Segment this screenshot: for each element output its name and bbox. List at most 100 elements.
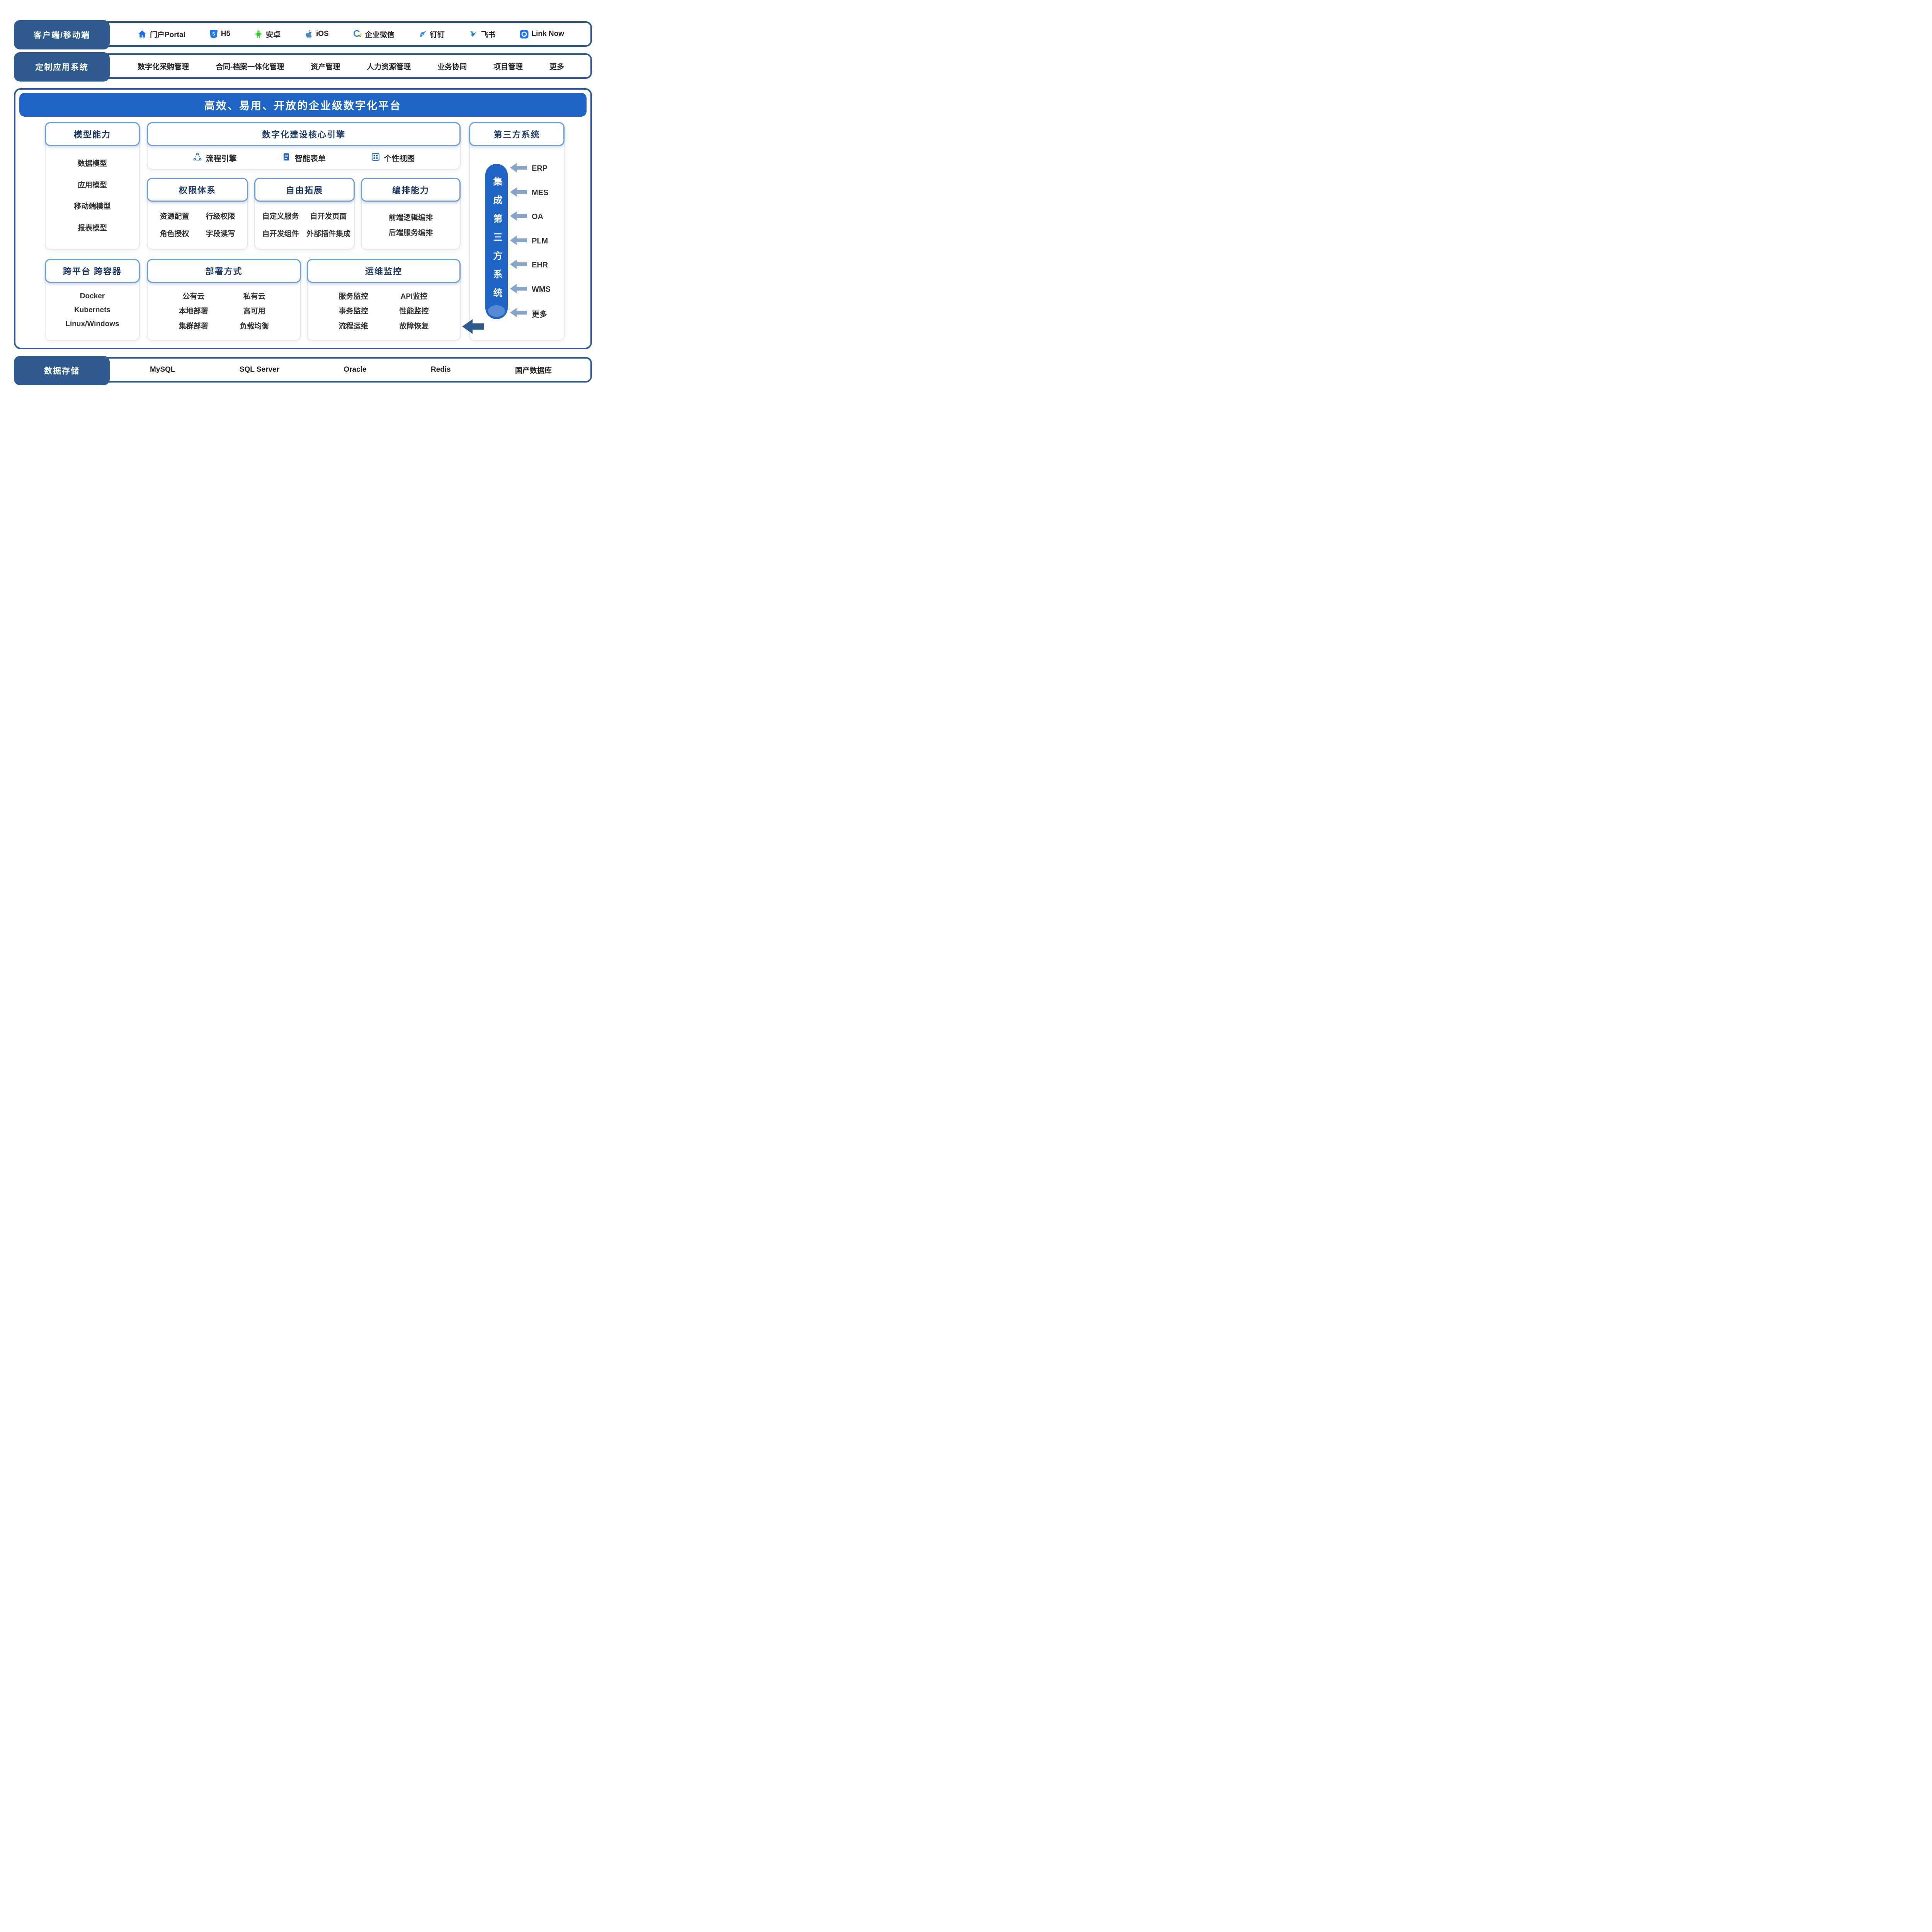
database-item: Redis	[431, 366, 451, 374]
client-item-ios: iOS	[304, 29, 329, 39]
third-party-system-label: OA	[532, 213, 543, 221]
monitoring-item: 事务监控	[338, 305, 368, 316]
section-model-capabilities: 模型能力 数据模型 应用模型 移动端模型 报表模型	[45, 122, 140, 250]
section-monitoring: 运维监控 服务监控 API监控 事务监控 性能监控 流程运维 故障恢复	[307, 259, 461, 341]
integration-big-arrow-icon	[462, 319, 484, 336]
model-item: 报表模型	[78, 222, 107, 233]
permission-item: 字段读写	[206, 228, 235, 238]
left-arrow-icon	[510, 211, 527, 223]
section-title: 数字化建设核心引擎	[147, 122, 461, 146]
section-extension: 自定义服务 自开发页面 自开发组件 外部插件集成 自由拓展	[254, 178, 355, 250]
custom-apps-band: 定制应用系统 数字化采购管理 合同-档案一体化管理 资产管理 人力资源管理 业务…	[14, 53, 592, 79]
model-item: 移动端模型	[74, 201, 111, 211]
platform-container: 高效、易用、开放的企业级数字化平台 模型能力 数据模型 应用模型 移动端模型 报…	[14, 88, 592, 349]
extension-item: 外部插件集成	[306, 228, 350, 238]
apple-icon	[304, 29, 313, 39]
third-party-system-label: WMS	[532, 285, 551, 294]
extension-item: 自开发页面	[310, 211, 347, 221]
client-item-feishu: 飞书	[469, 29, 496, 39]
engine-feature: 流程引擎	[193, 152, 237, 164]
custom-app-item: 合同-档案一体化管理	[216, 61, 284, 71]
orchestration-item: 后端服务编排	[389, 227, 433, 237]
client-item-linknow: Link Now	[520, 30, 564, 39]
custom-apps-badge: 定制应用系统	[14, 52, 110, 82]
left-arrow-icon	[510, 236, 527, 247]
monitoring-item: 流程运维	[338, 320, 368, 331]
database-item: Oracle	[344, 366, 366, 374]
platform-banner: 高效、易用、开放的企业级数字化平台	[19, 93, 587, 117]
third-party-system-label: ERP	[532, 164, 548, 173]
section-core-engine: 数字化建设核心引擎 流程引擎 智能表单 个性视图	[147, 122, 461, 170]
smart-form-icon	[282, 152, 291, 164]
integration-pill: 集成第三方系统	[485, 164, 508, 319]
third-party-systems: ERP MES OA PLM EHR	[510, 163, 561, 319]
engine-feature: 个性视图	[371, 152, 415, 164]
client-item-android: 安卓	[254, 29, 281, 39]
h5-icon: 5	[209, 29, 218, 39]
cross-platform-item: Docker	[80, 292, 105, 301]
process-engine-icon	[193, 152, 202, 164]
deployment-item: 高可用	[243, 305, 265, 316]
database-item: MySQL	[150, 366, 175, 374]
database-item: 国产数据库	[515, 365, 552, 375]
third-party-system-label: 更多	[532, 308, 547, 319]
deployment-item: 私有云	[243, 291, 265, 301]
monitoring-item: API监控	[401, 291, 428, 301]
third-party-system-label: MES	[532, 189, 548, 197]
extension-item: 自开发组件	[262, 228, 299, 238]
wechat-work-icon	[353, 29, 362, 39]
clients-band: 客户端/移动端 门户Portal 5 H5 安卓 iOS 企业微信	[14, 21, 592, 47]
linknow-icon	[520, 30, 529, 39]
monitoring-item: 故障恢复	[399, 320, 429, 331]
third-party-row: EHR	[510, 260, 561, 271]
integration-pill-label: 集成第三方系统	[492, 177, 501, 306]
cross-platform-item: Kubernets	[74, 306, 111, 315]
model-item: 数据模型	[78, 158, 107, 168]
deployment-item: 公有云	[182, 291, 204, 301]
client-item-portal: 门户Portal	[138, 29, 185, 39]
custom-app-item: 资产管理	[311, 61, 340, 71]
cross-platform-item: Linux/Windows	[65, 320, 119, 328]
home-icon	[138, 29, 147, 39]
section-third-party: 第三方系统 集成第三方系统 ERP MES OA	[469, 122, 565, 341]
clients-badge: 客户端/移动端	[14, 20, 110, 49]
custom-view-icon	[371, 152, 380, 164]
permission-item: 资源配置	[160, 211, 189, 221]
third-party-system-label: EHR	[532, 261, 548, 270]
custom-app-item: 项目管理	[493, 61, 523, 71]
model-item: 应用模型	[78, 179, 107, 190]
data-storage-band: 数据存储 MySQL SQL Server Oracle Redis 国产数据库	[14, 357, 592, 383]
engine-feature: 智能表单	[282, 152, 326, 164]
orchestration-item: 前端逻辑编排	[389, 212, 433, 222]
section-deployment: 部署方式 公有云 私有云 本地部署 高可用 集群部署 负载均衡	[147, 259, 301, 341]
section-orchestration: 编排能力 前端逻辑编排 后端服务编排	[361, 178, 461, 250]
custom-app-item: 数字化采购管理	[138, 61, 189, 71]
section-title: 编排能力	[361, 178, 461, 202]
data-storage-items: MySQL SQL Server Oracle Redis 国产数据库	[111, 359, 590, 381]
client-item-dingtalk: 钉钉	[418, 29, 445, 39]
third-party-system-label: PLM	[532, 237, 548, 246]
permission-item: 行级权限	[206, 211, 235, 221]
architecture-diagram: 客户端/移动端 门户Portal 5 H5 安卓 iOS 企业微信	[0, 0, 606, 414]
client-item-h5: 5 H5	[209, 29, 230, 39]
clients-items: 门户Portal 5 H5 安卓 iOS 企业微信 钉钉	[111, 23, 590, 45]
android-icon	[254, 29, 263, 39]
section-cross-platform: 跨平台 跨容器 Docker Kubernets Linux/Windows	[45, 259, 140, 341]
left-arrow-icon	[510, 187, 527, 199]
dingtalk-icon	[418, 29, 427, 39]
section-title: 自由拓展	[254, 178, 355, 202]
section-title: 部署方式	[147, 259, 301, 283]
deployment-item: 本地部署	[179, 305, 208, 316]
monitoring-item: 性能监控	[399, 305, 429, 316]
section-title: 权限体系	[147, 178, 248, 202]
custom-app-item: 业务协同	[437, 61, 467, 71]
custom-apps-items: 数字化采购管理 合同-档案一体化管理 资产管理 人力资源管理 业务协同 项目管理…	[111, 55, 590, 77]
left-arrow-icon	[510, 308, 527, 319]
left-arrow-icon	[510, 163, 527, 174]
svg-text:5: 5	[212, 31, 215, 37]
section-title: 模型能力	[45, 122, 140, 146]
feishu-icon	[469, 29, 478, 39]
database-item: SQL Server	[240, 366, 279, 374]
third-party-row: OA	[510, 211, 561, 223]
third-party-row: MES	[510, 187, 561, 199]
